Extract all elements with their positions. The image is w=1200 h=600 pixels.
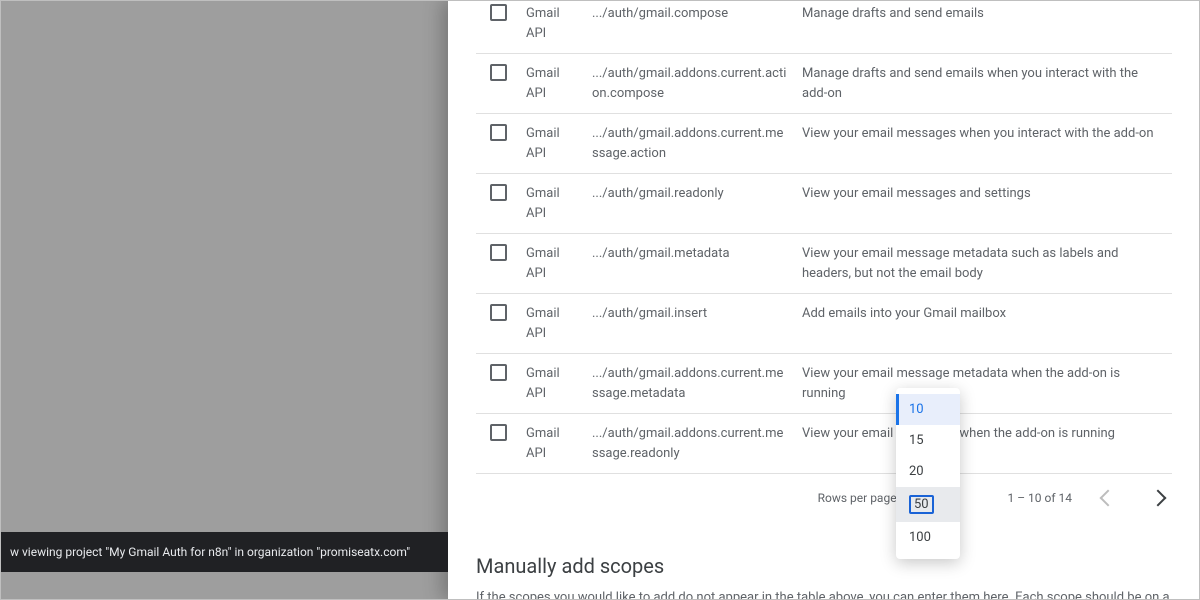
pager-range: 1 – 10 of 14 (1007, 491, 1072, 505)
description-cell: Add emails into your Gmail mailbox (796, 294, 1172, 354)
api-cell: Gmail API (520, 0, 586, 54)
scopes-side-panel: Gmail API.../auth/gmail.composeManage dr… (448, 0, 1200, 600)
table-row: Gmail API.../auth/gmail.insertAdd emails… (476, 294, 1172, 354)
rows-per-page-option[interactable]: 20 (896, 456, 960, 487)
viewport-background: Gmail API.../auth/gmail.composeManage dr… (0, 0, 1200, 600)
status-bar: w viewing project "My Gmail Auth for n8n… (0, 532, 448, 572)
row-checkbox[interactable] (490, 244, 507, 261)
scope-cell: .../auth/gmail.metadata (586, 234, 796, 294)
scope-cell: .../auth/gmail.insert (586, 294, 796, 354)
row-checkbox[interactable] (490, 424, 507, 441)
manual-add-description: If the scopes you would like to add do n… (476, 588, 1172, 600)
scope-cell: .../auth/gmail.addons.current.message.me… (586, 354, 796, 414)
table-row: Gmail API.../auth/gmail.readonlyView you… (476, 174, 1172, 234)
description-cell: View your email messages and settings (796, 174, 1172, 234)
description-cell: Manage drafts and send emails (796, 0, 1172, 54)
status-bar-text: w viewing project "My Gmail Auth for n8n… (10, 545, 410, 559)
description-cell: View your email message metadata when th… (796, 354, 1172, 414)
table-row: Gmail API.../auth/gmail.metadataView you… (476, 234, 1172, 294)
row-checkbox[interactable] (490, 124, 507, 141)
rows-per-page-dropdown[interactable]: 10152050100 (896, 388, 960, 559)
rows-per-page-option[interactable]: 100 (896, 522, 960, 553)
row-checkbox[interactable] (490, 304, 507, 321)
row-checkbox[interactable] (490, 184, 507, 201)
description-cell: View your email message metadata such as… (796, 234, 1172, 294)
row-checkbox[interactable] (490, 64, 507, 81)
rows-per-page-option[interactable]: 10 (896, 394, 960, 425)
scope-cell: .../auth/gmail.compose (586, 0, 796, 54)
scope-cell: .../auth/gmail.addons.current.message.ac… (586, 114, 796, 174)
chevron-left-icon (1100, 490, 1117, 507)
description-cell: View your email messages when the add-on… (796, 414, 1172, 474)
row-checkbox[interactable] (490, 4, 507, 21)
rows-per-page-option[interactable]: 15 (896, 425, 960, 456)
table-row: Gmail API.../auth/gmail.addons.current.m… (476, 414, 1172, 474)
chevron-right-icon (1150, 490, 1167, 507)
api-cell: Gmail API (520, 354, 586, 414)
description-cell: View your email messages when you intera… (796, 114, 1172, 174)
scopes-table: Gmail API.../auth/gmail.composeManage dr… (476, 0, 1172, 474)
pager-next-button[interactable] (1144, 484, 1172, 512)
scope-cell: .../auth/gmail.addons.current.message.re… (586, 414, 796, 474)
api-cell: Gmail API (520, 54, 586, 114)
pager-prev-button[interactable] (1094, 484, 1122, 512)
row-checkbox[interactable] (490, 364, 507, 381)
api-cell: Gmail API (520, 294, 586, 354)
rows-per-page-label: Rows per page: (818, 491, 900, 505)
scope-cell: .../auth/gmail.readonly (586, 174, 796, 234)
api-cell: Gmail API (520, 414, 586, 474)
table-row: Gmail API.../auth/gmail.addons.current.m… (476, 114, 1172, 174)
api-cell: Gmail API (520, 234, 586, 294)
table-row: Gmail API.../auth/gmail.addons.current.m… (476, 354, 1172, 414)
scope-cell: .../auth/gmail.addons.current.action.com… (586, 54, 796, 114)
api-cell: Gmail API (520, 174, 586, 234)
table-pager: Rows per page: 1 – 10 of 14 (476, 474, 1172, 520)
manual-add-heading: Manually add scopes (476, 554, 1172, 578)
rows-per-page-option[interactable]: 50 (896, 487, 960, 522)
description-cell: Manage drafts and send emails when you i… (796, 54, 1172, 114)
table-row: Gmail API.../auth/gmail.composeManage dr… (476, 0, 1172, 54)
table-row: Gmail API.../auth/gmail.addons.current.a… (476, 54, 1172, 114)
api-cell: Gmail API (520, 114, 586, 174)
